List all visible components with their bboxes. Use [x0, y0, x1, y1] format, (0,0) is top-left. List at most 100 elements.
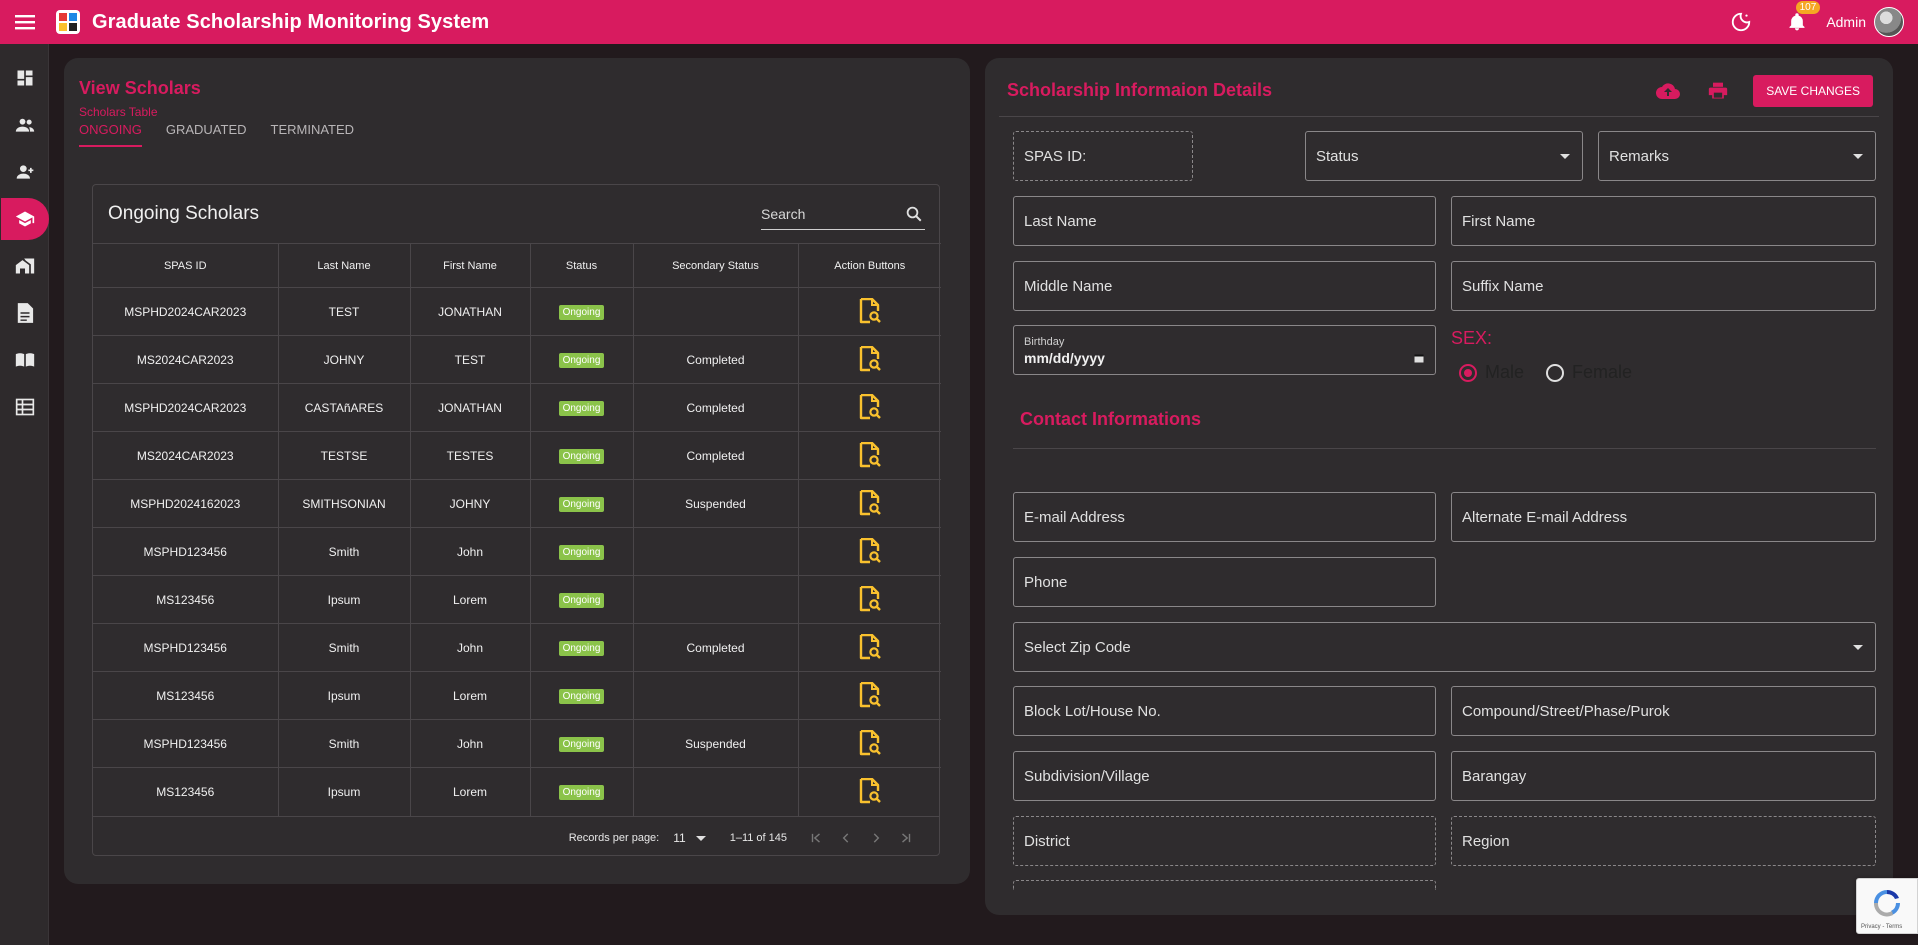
table-row[interactable]: MSPHD2024CAR2023 CASTAñARES JONATHAN Ongoin… [93, 383, 941, 432]
sidebar-item-dashboard[interactable] [0, 54, 49, 101]
table-body: MSPHD2024CAR2023 TEST JONATHAN Ongoing MS202… [93, 287, 941, 816]
prev-page-button[interactable] [831, 831, 861, 845]
avatar[interactable] [1874, 7, 1904, 37]
cell-status: Ongoing [530, 431, 634, 480]
sidebar-item-add-user[interactable] [0, 148, 49, 195]
first-name-field[interactable]: First Name [1451, 196, 1876, 246]
column-header-action-buttons: Action Buttons [798, 243, 941, 288]
block-lot-field[interactable]: Block Lot/House No. [1013, 686, 1436, 736]
last-name-placeholder: Last Name [1024, 212, 1097, 230]
view-details-button[interactable] [855, 776, 885, 806]
cell-status: Ongoing [530, 623, 634, 672]
table-row[interactable]: MSPHD123456 Smith John Ongoing Completed [93, 623, 941, 672]
cell-secondary-status [633, 767, 799, 816]
table-row[interactable]: MS2024CAR2023 TESTSE TESTES Ongoing Complete… [93, 431, 941, 480]
birthday-field[interactable]: Birthday mm/dd/yyyy [1013, 325, 1436, 375]
table-row[interactable]: MSPHD123456 Smith John Ongoing [93, 527, 941, 576]
cell-last-name: Smith [278, 719, 411, 768]
street-field[interactable]: Compound/Street/Phase/Purok [1451, 686, 1876, 736]
details-actions: SAVE CHANGES [1653, 74, 1873, 108]
tab-ongoing[interactable]: ONGOING [79, 122, 142, 147]
recaptcha-links[interactable]: Privacy - Terms [1861, 924, 1902, 930]
last-name-field[interactable]: Last Name [1013, 196, 1436, 246]
print-button[interactable] [1703, 76, 1733, 106]
column-header-spas-id[interactable]: SPAS ID [93, 243, 279, 288]
first-page-button[interactable] [801, 831, 831, 845]
email-field[interactable]: E-mail Address [1013, 492, 1436, 542]
sex-radio-male[interactable]: Male [1459, 362, 1524, 383]
view-details-button[interactable] [855, 632, 885, 662]
suffix-name-field[interactable]: Suffix Name [1451, 261, 1876, 311]
upload-button[interactable] [1653, 76, 1683, 106]
last-page-button[interactable] [891, 831, 921, 845]
dark-mode-toggle[interactable] [1726, 7, 1756, 37]
column-header-first-name[interactable]: First Name [410, 243, 531, 288]
sidebar-item-people[interactable] [0, 101, 49, 148]
tab-graduated[interactable]: GRADUATED [166, 122, 247, 147]
save-changes-button[interactable]: SAVE CHANGES [1753, 75, 1873, 107]
subdivision-field[interactable]: Subdivision/Village [1013, 751, 1436, 801]
view-details-button[interactable] [855, 536, 885, 566]
cell-last-name: Ipsum [278, 767, 411, 816]
zip-code-select[interactable]: Select Zip Code [1013, 622, 1876, 672]
tab-terminated[interactable]: TERMINATED [271, 122, 355, 147]
cell-spas-id: MSPHD123456 [93, 719, 279, 768]
view-details-button[interactable] [855, 584, 885, 614]
table-row[interactable]: MS123456 Ipsum Lorem Ongoing [93, 671, 941, 720]
chevron-left-icon [842, 833, 849, 843]
sidebar-item-home-work[interactable] [0, 242, 49, 289]
view-details-button[interactable] [855, 680, 885, 710]
table-row[interactable]: MSPHD2024162023 SMITHSONIAN JOHNY Ongoing Su… [93, 479, 941, 528]
cell-spas-id: MS123456 [93, 671, 279, 720]
view-details-button[interactable] [855, 344, 885, 374]
recaptcha-badge[interactable]: Privacy - Terms [1856, 878, 1918, 934]
birthday-label: Birthday [1024, 336, 1065, 348]
records-per-page-select[interactable]: 11 [673, 831, 706, 845]
column-header-last-name[interactable]: Last Name [278, 243, 411, 288]
remarks-select[interactable]: Remarks [1598, 131, 1876, 181]
calendar-icon[interactable] [1413, 352, 1425, 364]
view-details-button[interactable] [855, 296, 885, 326]
cell-first-name: Lorem [410, 671, 531, 720]
cell-status: Ongoing [530, 527, 634, 576]
table-row[interactable]: MS123456 Ipsum Lorem Ongoing [93, 767, 941, 816]
sex-radio-female[interactable]: Female [1546, 362, 1632, 383]
sidebar-item-guide[interactable] [0, 336, 49, 383]
search-icon[interactable] [905, 205, 923, 223]
cell-status: Ongoing [530, 767, 634, 816]
search-input[interactable]: Search [761, 198, 925, 230]
barangay-placeholder: Barangay [1462, 767, 1527, 785]
table-row[interactable]: MS123456 Ipsum Lorem Ongoing [93, 575, 941, 624]
file-search-icon [859, 682, 881, 708]
phone-placeholder: Phone [1024, 573, 1068, 591]
print-icon [1709, 82, 1728, 99]
middle-name-field[interactable]: Middle Name [1013, 261, 1436, 311]
menu-toggle-button[interactable] [0, 0, 50, 44]
view-details-button[interactable] [855, 728, 885, 758]
status-badge: Ongoing [558, 784, 605, 800]
table-row[interactable]: MSPHD2024CAR2023 TEST JONATHAN Ongoing [93, 287, 941, 336]
sidebar-item-documents[interactable] [0, 289, 49, 336]
status-select[interactable]: Status [1305, 131, 1583, 181]
chevron-down-icon [1853, 153, 1863, 159]
alt-email-field[interactable]: Alternate E-mail Address [1451, 492, 1876, 542]
pagination: Records per page: 11 1–11 of 145 [93, 815, 939, 860]
view-details-button[interactable] [855, 392, 885, 422]
table-row[interactable]: MSPHD123456 Smith John Ongoing Suspended [93, 719, 941, 768]
sex-option-male: Male [1485, 362, 1525, 382]
next-page-button[interactable] [861, 831, 891, 845]
view-details-button[interactable] [855, 488, 885, 518]
view-details-button[interactable] [855, 440, 885, 470]
table-row[interactable]: MS2024CAR2023 JOHNY TEST Ongoing Completed [93, 335, 941, 384]
sidebar-item-reports[interactable] [0, 383, 49, 430]
view-scholars-panel: View Scholars Scholars Table ONGOING GRA… [64, 58, 970, 884]
column-header-secondary-status[interactable]: Secondary Status [633, 243, 799, 288]
sidebar-item-scholars[interactable] [0, 195, 49, 242]
column-header-status[interactable]: Status [530, 243, 634, 288]
barangay-field[interactable]: Barangay [1451, 751, 1876, 801]
notifications-button[interactable]: 107 [1782, 1, 1821, 37]
phone-field[interactable]: Phone [1013, 557, 1436, 607]
file-search-icon [859, 442, 881, 468]
cell-first-name: JOHNY [410, 479, 531, 528]
spas-id-label: SPAS ID: [1024, 147, 1087, 165]
